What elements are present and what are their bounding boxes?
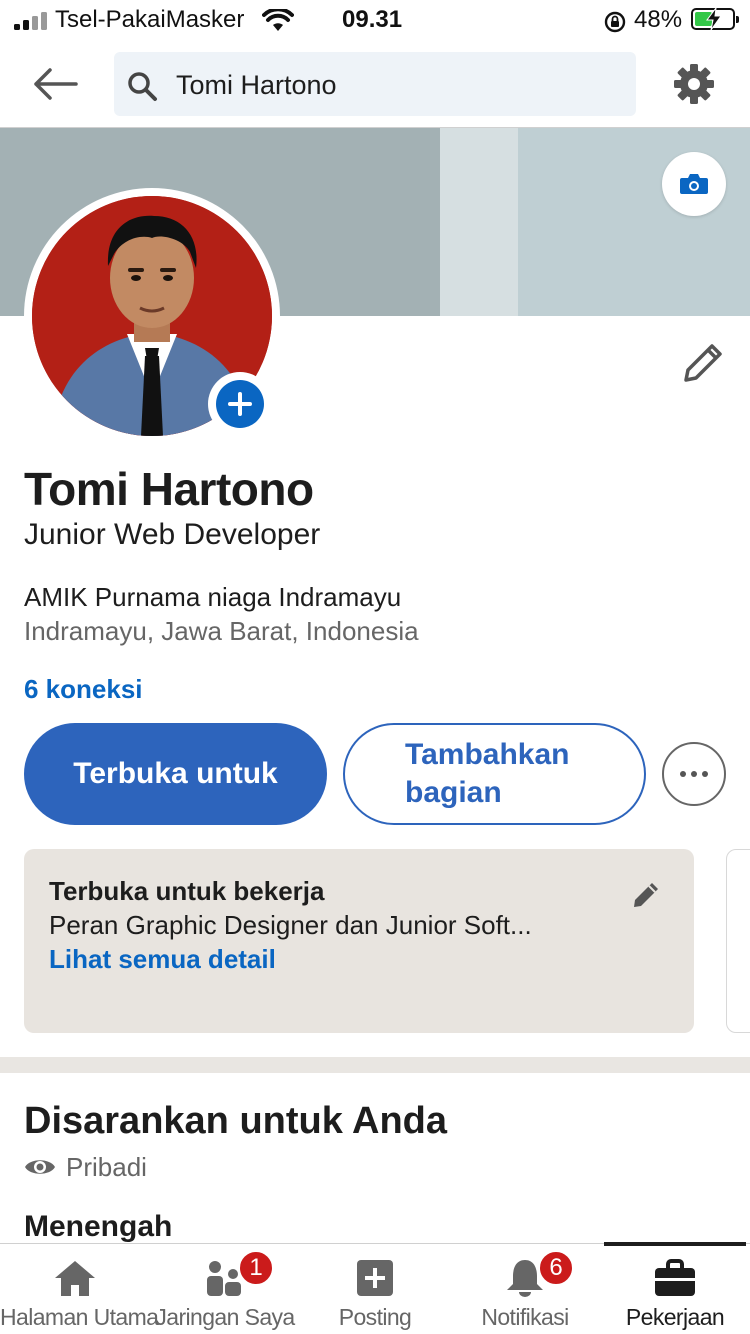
clock: 09.31 [342,6,403,33]
nav-item-home[interactable]: Halaman Utama [0,1244,159,1334]
open-to-work-title: Terbuka untuk bekerja [49,876,325,906]
open-to-button[interactable]: Terbuka untuk [24,723,327,825]
open-to-work-card[interactable]: Terbuka untuk bekerja Peran Graphic Desi… [24,849,694,1033]
nav-item-notifications[interactable]: 6 Notifikasi [450,1244,600,1334]
privacy-label: Pribadi [66,1151,147,1182]
arrow-left-icon [34,68,78,100]
profile-name: Tomi Hartono [24,463,314,515]
notifications-badge: 6 [538,1250,574,1286]
profile-headline: Junior Web Developer [24,518,321,551]
rotation-lock-icon [604,11,626,33]
nav-label-jobs: Pekerjaan [625,1304,725,1330]
add-section-button[interactable]: Tambahkan bagian [343,723,646,825]
status-bar: Tsel-PakaiMasker 09.31 48% [0,0,750,44]
bottom-nav: Halaman Utama 1 Jaringan Saya Posting 6 … [0,1242,750,1334]
search-input[interactable]: Tomi Hartono [114,52,636,116]
nav-label-notifications: Notifikasi [481,1304,569,1330]
see-all-details-link[interactable]: Lihat semua detail [49,944,276,975]
profile-school: AMIK Purnama niaga Indramayu [24,582,402,612]
add-photo-button[interactable] [208,372,272,436]
next-card-peek[interactable] [726,849,750,1033]
pencil-icon[interactable] [630,879,662,911]
eye-icon [25,1160,55,1174]
plus-icon [228,392,252,416]
battery-icon [691,8,739,30]
nav-item-jobs[interactable]: Pekerjaan [600,1244,750,1334]
post-icon [357,1260,393,1296]
top-bar: Tomi Hartono [0,44,750,128]
settings-button[interactable] [672,62,716,106]
search-icon [128,72,157,101]
more-options-button[interactable] [662,742,726,806]
more-dots-icon [680,771,686,777]
nav-label-post: Posting [338,1304,412,1330]
suggested-level-heading: Menengah [24,1210,173,1243]
carrier-name: Tsel-PakaiMasker [55,6,245,33]
profile-location: Indramayu, Jawa Barat, Indonesia [24,616,419,646]
nav-label-home: Halaman Utama [0,1304,159,1330]
open-to-work-description: Peran Graphic Designer dan Junior Soft..… [49,910,532,940]
network-badge: 1 [238,1250,274,1286]
pencil-icon [684,344,722,382]
add-section-label-line2: bagian [405,776,502,809]
section-divider [0,1057,750,1073]
signal-icon [14,12,48,30]
edit-cover-button[interactable] [662,152,726,216]
wifi-icon [262,9,294,31]
gear-icon [674,64,714,104]
edit-profile-button[interactable] [680,340,726,386]
briefcase-icon [655,1259,695,1296]
camera-icon [680,174,708,194]
add-section-label-line1: Tambahkan [405,738,570,771]
search-query: Tomi Hartono [176,70,337,100]
privacy-indicator: Pribadi [24,1150,147,1184]
connections-link[interactable]: 6 koneksi [24,674,143,705]
home-icon [55,1261,95,1296]
battery-percent: 48% [634,6,683,33]
back-button[interactable] [28,60,82,108]
nav-item-network[interactable]: 1 Jaringan Saya [150,1244,300,1334]
suggested-section-title: Disarankan untuk Anda [24,1100,448,1142]
nav-label-network: Jaringan Saya [155,1304,295,1330]
nav-item-post[interactable]: Posting [300,1244,450,1334]
